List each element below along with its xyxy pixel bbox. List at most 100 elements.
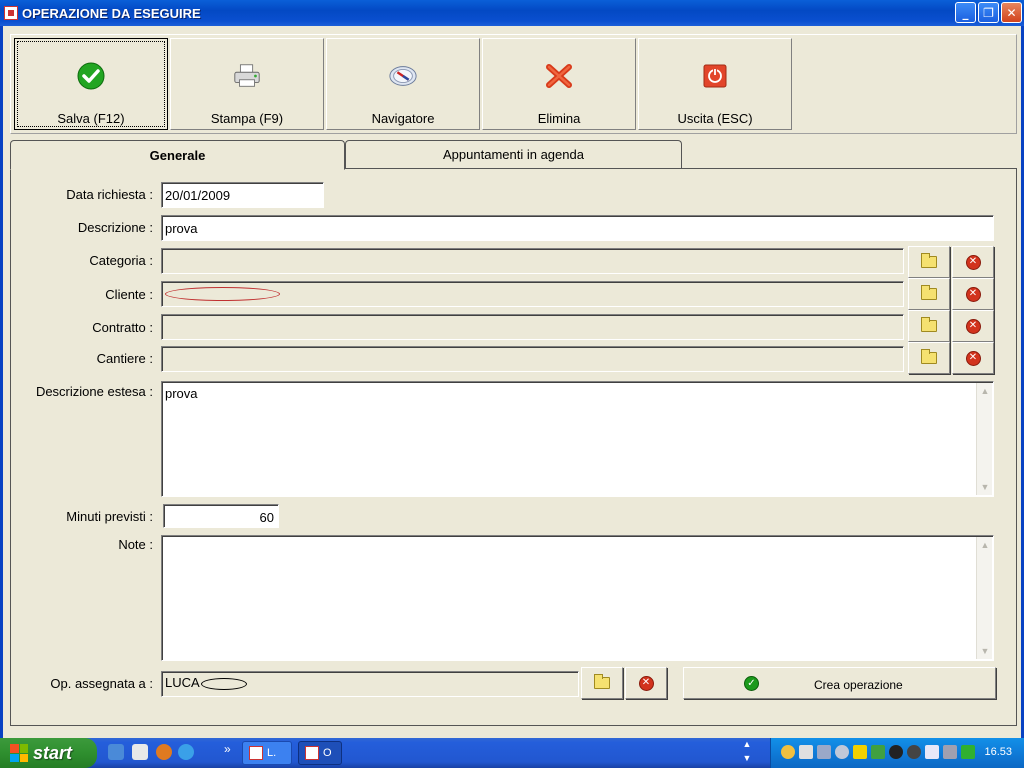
internet-explorer-icon[interactable] (178, 744, 194, 760)
crea-operazione-label: Crea operazione (814, 678, 903, 692)
show-desktop-icon[interactable] (108, 744, 124, 760)
cliente-field[interactable] (161, 281, 904, 307)
folder-icon (921, 317, 937, 332)
categoria-field[interactable] (161, 248, 904, 274)
arrows-tray-icon[interactable] (961, 745, 975, 759)
op-assegnata-label: Op. assegnata a : (50, 676, 153, 691)
check-icon: ✓ (744, 676, 759, 691)
contratto-label: Contratto : (92, 320, 153, 335)
descrizione-label: Descrizione : (77, 220, 153, 235)
folder-icon (921, 349, 937, 364)
minimize-button[interactable]: _ (955, 2, 976, 23)
general-panel: Data richiesta : 20/01/2009 Descrizione … (10, 168, 1017, 726)
data-richiesta-label: Data richiesta : (66, 187, 153, 202)
exit-button-label: Uscita (ESC) (677, 111, 753, 126)
window-tray-icon[interactable] (925, 745, 939, 759)
descrizione-estesa-text: prova (165, 386, 198, 401)
clear-icon: ✕ (965, 286, 981, 302)
taskbar-task-active[interactable]: O (298, 741, 342, 765)
cantiere-browse-button[interactable] (908, 342, 950, 374)
op-assegnata-field[interactable]: LUCA (161, 671, 579, 697)
app-icon (4, 6, 18, 20)
cliente-browse-button[interactable] (908, 278, 950, 310)
categoria-browse-button[interactable] (908, 246, 950, 278)
minuti-previsti-label: Minuti previsti : (66, 509, 153, 524)
tab-appuntamenti-label: Appuntamenti in agenda (443, 147, 584, 162)
clear-icon: ✕ (965, 350, 981, 366)
power-icon (700, 61, 730, 91)
tab-generale[interactable]: Generale (10, 140, 345, 170)
folder-icon (921, 285, 937, 300)
op-assegnata-browse-button[interactable] (581, 667, 623, 699)
taskbar-task-label: L. (267, 747, 277, 759)
data-richiesta-field[interactable]: 20/01/2009 (161, 182, 324, 208)
crea-operazione-button[interactable]: ✓ Crea operazione (683, 667, 996, 699)
app-icon (249, 746, 263, 760)
op-assegnata-clear-button[interactable]: ✕ (625, 667, 667, 699)
contratto-browse-button[interactable] (908, 310, 950, 342)
save-button-label: Salva (F12) (57, 111, 125, 126)
tab-appuntamenti[interactable]: Appuntamenti in agenda (345, 140, 682, 168)
descrizione-estesa-label: Descrizione estesa : (35, 384, 153, 399)
red-x-icon (544, 61, 574, 91)
start-label: start (33, 742, 73, 763)
clock-tray-icon[interactable] (781, 745, 795, 759)
note-textarea[interactable]: ▲ ▼ (161, 535, 994, 661)
redaction-mark (200, 677, 247, 690)
taskbar-task[interactable]: L. (242, 741, 292, 765)
disc-tray-icon[interactable] (907, 745, 921, 759)
windows-logo-icon (10, 744, 28, 762)
toolbar: Salva (F12) Stampa (F9) Navigatore Elimi… (10, 34, 1017, 134)
taskbar: start » L. O ▲ ▼ 16.53 (0, 738, 1024, 768)
print-button[interactable]: Stampa (F9) (170, 38, 324, 130)
folder-icon (921, 253, 937, 268)
scroll-up-icon[interactable]: ▲ (977, 537, 993, 553)
network-tray-icon[interactable] (799, 745, 813, 759)
categoria-clear-button[interactable]: ✕ (952, 246, 994, 278)
color-tray-icon[interactable] (853, 745, 867, 759)
taskbar-scroll[interactable]: ▲ ▼ (741, 739, 753, 767)
quicklaunch-chevron-icon[interactable]: » (224, 742, 231, 756)
printer-icon (232, 61, 262, 91)
cliente-label: Cliente : (105, 287, 153, 302)
folder-icon (594, 674, 610, 689)
scroll-down-icon[interactable]: ▼ (741, 753, 753, 767)
window-title: OPERAZIONE DA ESEGUIRE (22, 5, 201, 21)
close-button[interactable]: ✕ (1001, 2, 1022, 23)
cliente-clear-button[interactable]: ✕ (952, 278, 994, 310)
vertical-scrollbar[interactable]: ▲ ▼ (976, 383, 992, 495)
contratto-clear-button[interactable]: ✕ (952, 310, 994, 342)
firefox-icon[interactable] (156, 744, 172, 760)
window-controls: _ ❐ ✕ (955, 2, 1022, 23)
display-tray-icon[interactable] (817, 745, 831, 759)
puzzle-tray-icon[interactable] (871, 745, 885, 759)
cantiere-field[interactable] (161, 346, 904, 372)
scroll-up-icon[interactable]: ▲ (741, 739, 753, 753)
scroll-down-icon[interactable]: ▼ (977, 479, 993, 495)
compass-icon (388, 61, 418, 91)
start-button[interactable]: start (0, 738, 97, 768)
note-label: Note : (118, 537, 153, 552)
descrizione-estesa-textarea[interactable]: prova ▲ ▼ (161, 381, 994, 497)
navigator-button[interactable]: Navigatore (326, 38, 480, 130)
op-assegnata-value: LUCA (165, 675, 200, 690)
restore-button[interactable]: ❐ (978, 2, 999, 23)
cantiere-clear-button[interactable]: ✕ (952, 342, 994, 374)
contratto-field[interactable] (161, 314, 904, 340)
explorer-icon[interactable] (132, 744, 148, 760)
descrizione-field[interactable]: prova (161, 215, 994, 241)
exit-button[interactable]: Uscita (ESC) (638, 38, 792, 130)
title-bar: OPERAZIONE DA ESEGUIRE _ ❐ ✕ (0, 0, 1024, 26)
minuti-previsti-field[interactable]: 60 (163, 504, 279, 528)
monitor-tray-icon[interactable] (943, 745, 957, 759)
scroll-up-icon[interactable]: ▲ (977, 383, 993, 399)
scroll-down-icon[interactable]: ▼ (977, 643, 993, 659)
clear-icon: ✕ (638, 675, 654, 691)
media-tray-icon[interactable] (889, 745, 903, 759)
save-button[interactable]: Salva (F12) (14, 38, 168, 130)
vertical-scrollbar[interactable]: ▲ ▼ (976, 537, 992, 659)
delete-button[interactable]: Elimina (482, 38, 636, 130)
cantiere-label: Cantiere : (96, 351, 153, 366)
taskbar-task-label: O (323, 747, 332, 759)
volume-tray-icon[interactable] (835, 745, 849, 759)
